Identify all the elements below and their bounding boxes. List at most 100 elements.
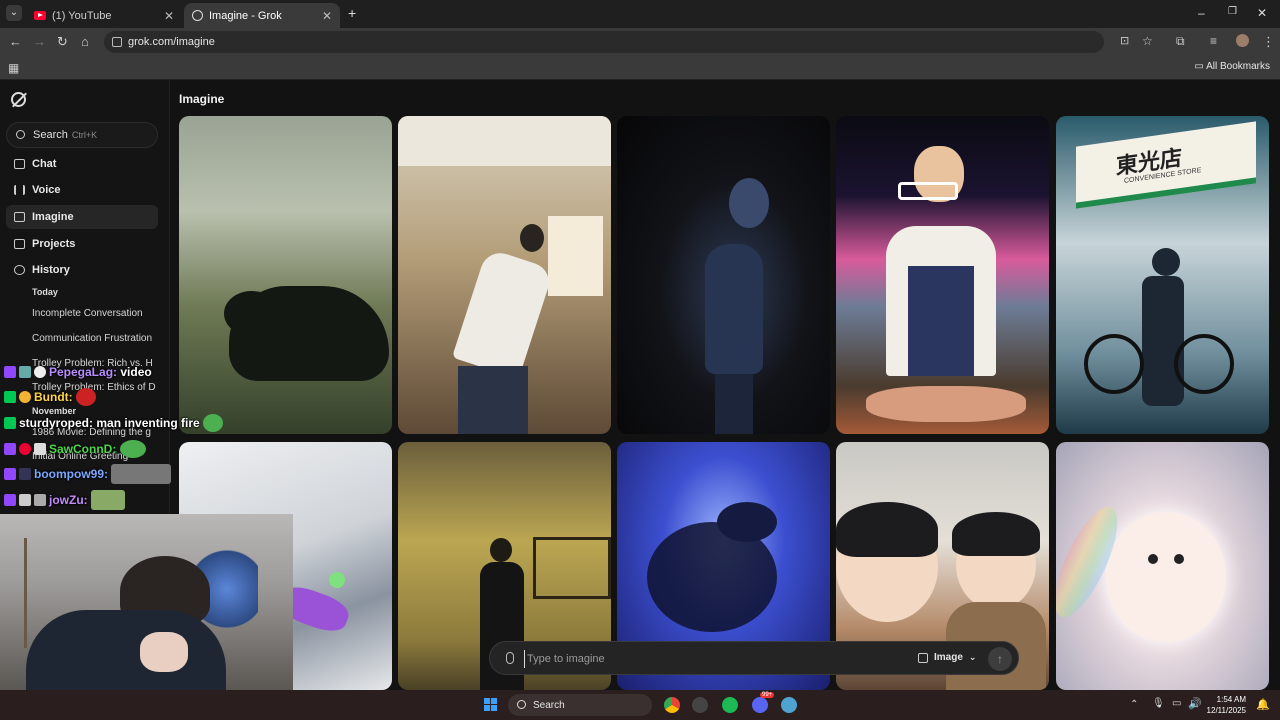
address-toolbar: ← → ↻ ⌂ grok.com/imagine ⊡ ☆ ⧉ ≡ ⋮: [0, 28, 1280, 56]
mode-selector[interactable]: Image ⌄: [918, 652, 976, 663]
search-label: Search: [33, 129, 68, 141]
page-title: Imagine: [179, 92, 225, 106]
history-item[interactable]: Communication Frustration: [32, 333, 156, 344]
badge-icon: [19, 494, 31, 506]
mode-label: Image: [934, 652, 963, 663]
wall-frame: [533, 537, 611, 599]
app-icon[interactable]: [692, 697, 708, 713]
forward-button[interactable]: →: [33, 34, 46, 49]
image-tile-dancer[interactable]: [398, 116, 611, 434]
badge-icon: [34, 494, 46, 506]
image-tile-store[interactable]: 東光店 CONVENIENCE STORE: [1056, 116, 1269, 434]
back-button[interactable]: ←: [9, 34, 22, 49]
man-jeans: [458, 366, 528, 434]
chevron-up-icon[interactable]: ⌃: [1130, 699, 1138, 710]
notifications-icon[interactable]: 🔔: [1256, 698, 1270, 711]
badge-icon: [34, 443, 46, 455]
chat-text: man inventing fire: [96, 416, 200, 430]
emote-icon: [111, 464, 172, 484]
person-body: [1142, 276, 1184, 406]
taskbar-search-label: Search: [533, 699, 565, 711]
dog-head: [224, 291, 279, 336]
sidebar-item-label: Imagine: [32, 211, 74, 223]
volume-icon[interactable]: 🔊: [1188, 697, 1202, 710]
chat-username: boompow99:: [34, 467, 108, 481]
kitten-fluff: [1106, 512, 1226, 642]
image-tile-kitten[interactable]: [1056, 442, 1269, 690]
menu-icon[interactable]: ⋮: [1262, 34, 1275, 50]
history-item[interactable]: Incomplete Conversation: [32, 308, 156, 319]
sidebar-item-voice[interactable]: Voice: [6, 178, 158, 202]
chevron-down-icon: ⌄: [968, 652, 977, 662]
sidebar-item-imagine[interactable]: Imagine: [6, 205, 158, 229]
close-window-button[interactable]: ✕: [1257, 6, 1267, 20]
new-tab-button[interactable]: +: [348, 5, 356, 21]
send-button[interactable]: ↑: [988, 647, 1012, 671]
chat-text: video: [120, 365, 152, 379]
image-tile-robot[interactable]: [617, 116, 830, 434]
chat-message: jowZu:: [4, 490, 128, 510]
image-tile-dog[interactable]: [179, 116, 392, 434]
tab-search-button[interactable]: ⌄: [6, 5, 22, 21]
window: [548, 216, 603, 296]
badge-icon: [4, 468, 16, 480]
kitten-eye: [1174, 554, 1184, 564]
spotify-icon[interactable]: [722, 697, 738, 713]
tab-title: (1) YouTube: [52, 9, 112, 22]
discord-icon[interactable]: [752, 697, 768, 713]
image-tile-butcher[interactable]: [836, 116, 1049, 434]
sidebar-item-projects[interactable]: Projects: [6, 232, 158, 256]
chat-message: boompow99:: [4, 464, 174, 484]
sidebar-search[interactable]: Search Ctrl+K: [6, 122, 158, 148]
url-bar[interactable]: grok.com/imagine: [104, 31, 1104, 53]
emote-icon: [91, 490, 125, 510]
profile-avatar[interactable]: [1236, 34, 1249, 47]
chrome-icon[interactable]: [664, 697, 680, 713]
kid-hair: [836, 502, 938, 557]
emote-icon: [34, 366, 46, 378]
grok-logo-icon[interactable]: [11, 92, 26, 107]
site-info-icon[interactable]: [112, 37, 122, 47]
tab-imagine-grok[interactable]: Imagine - Grok ✕: [184, 3, 340, 28]
reload-button[interactable]: ↻: [57, 34, 68, 50]
network-icon[interactable]: ▭: [1172, 698, 1181, 709]
history-icon: [14, 265, 25, 275]
sidebar-item-label: Voice: [32, 184, 61, 196]
microphone-icon[interactable]: 🎙: [1152, 698, 1165, 709]
chat-username: SawConnD:: [49, 442, 117, 456]
bookmark-star-icon[interactable]: ☆: [1142, 34, 1153, 48]
badge-icon: [4, 443, 16, 455]
browser-icon[interactable]: [781, 697, 797, 713]
install-app-icon[interactable]: ⊡: [1120, 34, 1129, 47]
all-bookmarks-link[interactable]: ▭ All Bookmarks: [1194, 61, 1270, 72]
extensions-icon[interactable]: ⧉: [1176, 34, 1185, 49]
media-controls-icon[interactable]: ≡: [1210, 34, 1217, 48]
maximize-button[interactable]: ❐: [1228, 6, 1237, 17]
taskbar-search[interactable]: Search: [508, 694, 652, 716]
close-icon[interactable]: ✕: [322, 9, 332, 23]
attach-icon[interactable]: [506, 652, 514, 664]
sidebar-item-history[interactable]: History: [6, 258, 158, 282]
apps-grid-icon[interactable]: ▦: [8, 61, 19, 75]
bookmarks-bar: ▦ ▭ All Bookmarks: [0, 56, 1280, 80]
windows-start-icon[interactable]: [484, 698, 498, 712]
tab-youtube[interactable]: (1) YouTube ✕: [26, 3, 182, 28]
clock-date: 12/11/2025: [1206, 706, 1246, 715]
imagine-prompt-bar: Image ⌄ ↑: [489, 641, 1019, 675]
store-sign: 東光店 CONVENIENCE STORE: [1076, 121, 1256, 209]
search-icon: [517, 700, 526, 709]
home-button[interactable]: ⌂: [81, 34, 89, 49]
imagine-prompt-input[interactable]: [524, 650, 884, 668]
projects-icon: [14, 239, 25, 249]
minimize-button[interactable]: –: [1198, 6, 1205, 20]
close-icon[interactable]: ✕: [164, 9, 174, 23]
badge-icon: [19, 468, 31, 480]
chat-username: Bundt:: [34, 390, 73, 404]
emote-icon: [76, 388, 96, 406]
person-hood: [1152, 248, 1180, 276]
system-clock[interactable]: 1:54 AM 12/11/2025: [1207, 694, 1246, 716]
sidebar-item-chat[interactable]: Chat: [6, 152, 158, 176]
man-head: [490, 538, 512, 562]
chat-username: PepegaLag:: [49, 365, 118, 379]
sidebar-item-label: Projects: [32, 238, 76, 250]
